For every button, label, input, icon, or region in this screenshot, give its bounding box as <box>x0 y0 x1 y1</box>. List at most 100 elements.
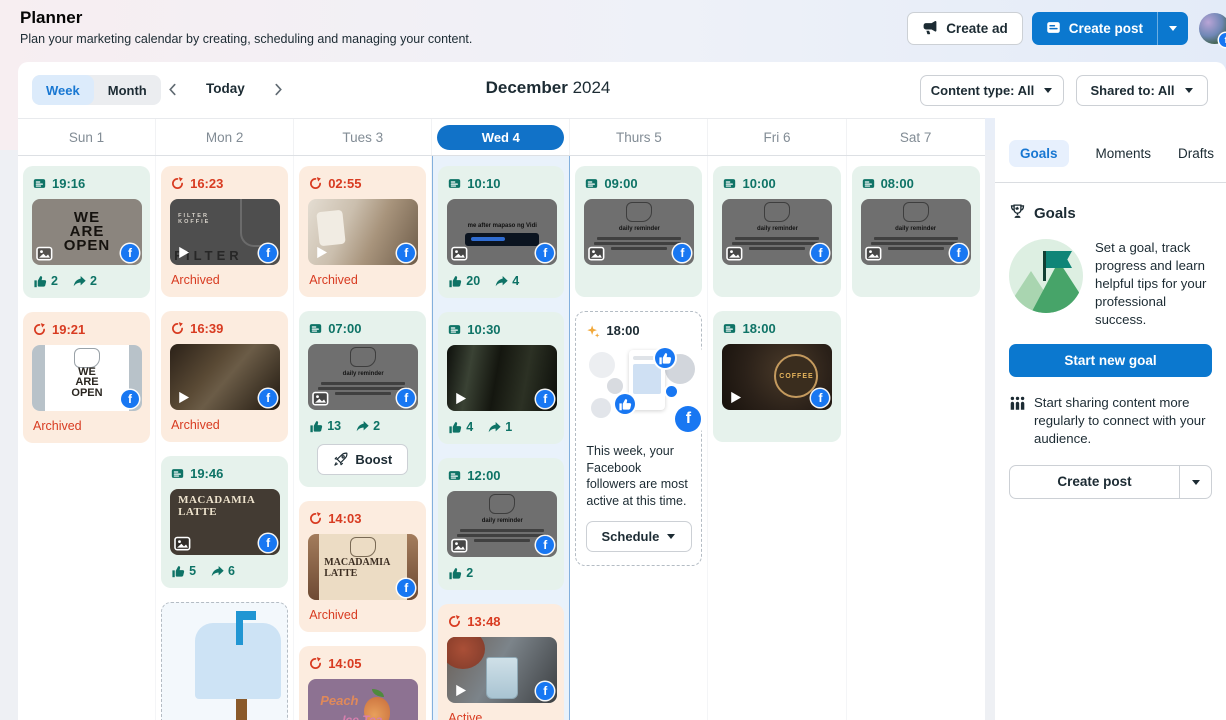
facebook-badge-icon: f <box>259 534 278 552</box>
day-column: 10:10 me after mapaso ng Vidi f 20 4 10:30 f 4 1… <box>432 156 571 720</box>
post-thumbnail <box>162 603 288 720</box>
create-post-caret-button[interactable] <box>1157 12 1188 45</box>
share-count: 6 <box>211 564 235 578</box>
history-icon <box>309 512 322 525</box>
month-toggle[interactable]: Month <box>94 75 161 105</box>
facebook-badge-icon: f <box>673 244 692 262</box>
create-ad-button[interactable]: Create ad <box>907 12 1023 45</box>
header-actions: Create ad Create post f <box>907 12 1226 47</box>
schedule-button[interactable]: Schedule <box>585 520 693 552</box>
year-number: 2024 <box>572 78 611 97</box>
post-time: 19:16 <box>33 176 140 191</box>
week-toggle[interactable]: Week <box>32 75 94 105</box>
post-metrics: 56 <box>172 564 277 578</box>
sidebar-create-post-button[interactable]: Create post <box>1010 466 1179 498</box>
content-type-filter[interactable]: Content type: All <box>920 75 1064 106</box>
post-card[interactable]: 16:23 FILTER KOFFIE FILTER f Archived <box>161 166 289 297</box>
facebook-badge-icon: f <box>811 389 830 407</box>
goals-promo: Set a goal, track progress and learn hel… <box>1009 239 1212 329</box>
post-time: 07:00 <box>309 321 416 336</box>
post-time: 13:48 <box>448 614 554 629</box>
post-icon <box>448 177 461 190</box>
prev-week-button[interactable] <box>168 83 177 96</box>
day-header[interactable]: Fri 6 <box>708 119 847 155</box>
next-week-button[interactable] <box>274 83 283 96</box>
post-metrics: 22 <box>34 274 139 288</box>
post-icon <box>171 467 184 480</box>
facebook-badge-icon: f <box>259 389 278 407</box>
sidebar-tabs: Goals Moments Drafts <box>1009 140 1214 167</box>
post-card[interactable]: 10:00 daily reminder f <box>713 166 841 297</box>
day-header[interactable]: Sat 7 <box>847 119 985 155</box>
post-time: 14:03 <box>309 511 416 526</box>
audience-tip: Start sharing content more regularly to … <box>1009 394 1212 448</box>
play-icon <box>453 391 468 406</box>
post-thumbnail: MACADAMIA LATTE f <box>170 489 281 555</box>
boost-button[interactable]: Boost <box>317 444 409 475</box>
post-card[interactable]: 14:03 MACADAMIA LATTE f Archived <box>299 501 427 632</box>
photo-icon <box>451 246 468 261</box>
post-card[interactable]: 13:48 f Active <box>438 604 565 720</box>
day-header[interactable]: Wed 4 <box>432 119 571 155</box>
post-card[interactable]: 10:10 me after mapaso ng Vidi f 20 4 <box>438 166 565 298</box>
facebook-badge-icon: f <box>536 536 555 554</box>
post-card[interactable]: 18:00 COFFEE f <box>713 311 841 442</box>
share-count: 4 <box>495 274 519 288</box>
calendar-grid: 19:16 WE ARE OPEN f 2 2 19:21 WE ARE OPEN f Archived… <box>18 156 985 720</box>
day-header[interactable]: Sun 1 <box>18 119 157 155</box>
post-card[interactable]: 09:00 daily reminder f <box>575 166 703 297</box>
post-thumbnail: MACADAMIA LATTE f <box>308 534 419 600</box>
create-post-button[interactable]: Create post <box>1032 12 1157 45</box>
day-header[interactable]: Tues 3 <box>294 119 433 155</box>
chevron-down-icon <box>1043 83 1053 98</box>
post-card[interactable]: 12:00 daily reminder f 2 <box>438 458 565 590</box>
post-thumbnail: f <box>585 346 704 434</box>
post-card[interactable]: 19:21 WE ARE OPEN f Archived <box>23 312 151 443</box>
photo-icon <box>451 538 468 553</box>
suggestion-card[interactable] <box>161 602 289 720</box>
profile-avatar[interactable]: f <box>1199 13 1226 47</box>
start-new-goal-button[interactable]: Start new goal <box>1009 343 1212 377</box>
post-thumbnail: FILTER KOFFIE FILTER f <box>170 199 281 265</box>
today-button[interactable]: Today <box>206 81 245 96</box>
chevron-down-icon <box>1168 21 1178 36</box>
post-icon <box>723 322 736 335</box>
photo-icon <box>864 246 882 261</box>
content-type-label: Content type: All <box>930 83 1035 98</box>
post-icon <box>862 177 875 190</box>
sidebar-create-post-caret[interactable] <box>1179 465 1211 498</box>
history-icon <box>309 657 322 670</box>
tab-moments[interactable]: Moments <box>1096 140 1152 167</box>
post-card[interactable]: 08:00 daily reminder f <box>851 166 980 297</box>
post-card[interactable]: 02:55 f Archived <box>299 166 427 297</box>
post-thumbnail: me after mapaso ng Vidi f <box>447 199 558 265</box>
facebook-badge-icon: f <box>1219 33 1226 47</box>
view-toggle: Week Month <box>32 75 161 105</box>
shared-to-filter[interactable]: Shared to: All <box>1076 75 1208 106</box>
suggestion-text: This week, your Facebook followers are m… <box>586 444 688 508</box>
month-name: December <box>485 78 568 97</box>
share-count: 2 <box>356 419 380 433</box>
facebook-badge-icon: f <box>397 244 416 262</box>
right-sidebar: Goals Moments Drafts Goals Set a goal, tra… <box>995 118 1226 720</box>
day-header[interactable]: Mon 2 <box>156 119 295 155</box>
post-card[interactable]: 16:39 f Archived <box>161 311 289 442</box>
post-card[interactable]: 19:46 MACADAMIA LATTE f 5 6 <box>161 456 289 588</box>
post-card[interactable]: 10:30 f 4 1 <box>438 312 565 444</box>
facebook-badge-icon: f <box>121 244 139 262</box>
like-count: 5 <box>172 564 196 578</box>
post-thumbnail: f <box>308 199 419 265</box>
suggestion-card[interactable]: 18:00 f This week, your Facebook followers… <box>575 311 704 566</box>
post-time: 10:30 <box>448 322 554 337</box>
share-count: 1 <box>488 420 512 434</box>
tab-goals[interactable]: Goals <box>1009 140 1069 167</box>
post-card[interactable]: 07:00 daily reminder f 13 2 Boost <box>299 311 427 487</box>
day-header[interactable]: Thurs 5 <box>570 119 709 155</box>
divider <box>995 182 1226 183</box>
tab-drafts[interactable]: Drafts <box>1178 140 1214 167</box>
post-time: 18:00 <box>723 321 830 336</box>
photo-icon <box>588 246 605 261</box>
post-card[interactable]: 14:05 Peach Ice Tea <box>299 646 427 720</box>
share-icon <box>356 420 369 433</box>
post-card[interactable]: 19:16 WE ARE OPEN f 2 2 <box>23 166 151 298</box>
